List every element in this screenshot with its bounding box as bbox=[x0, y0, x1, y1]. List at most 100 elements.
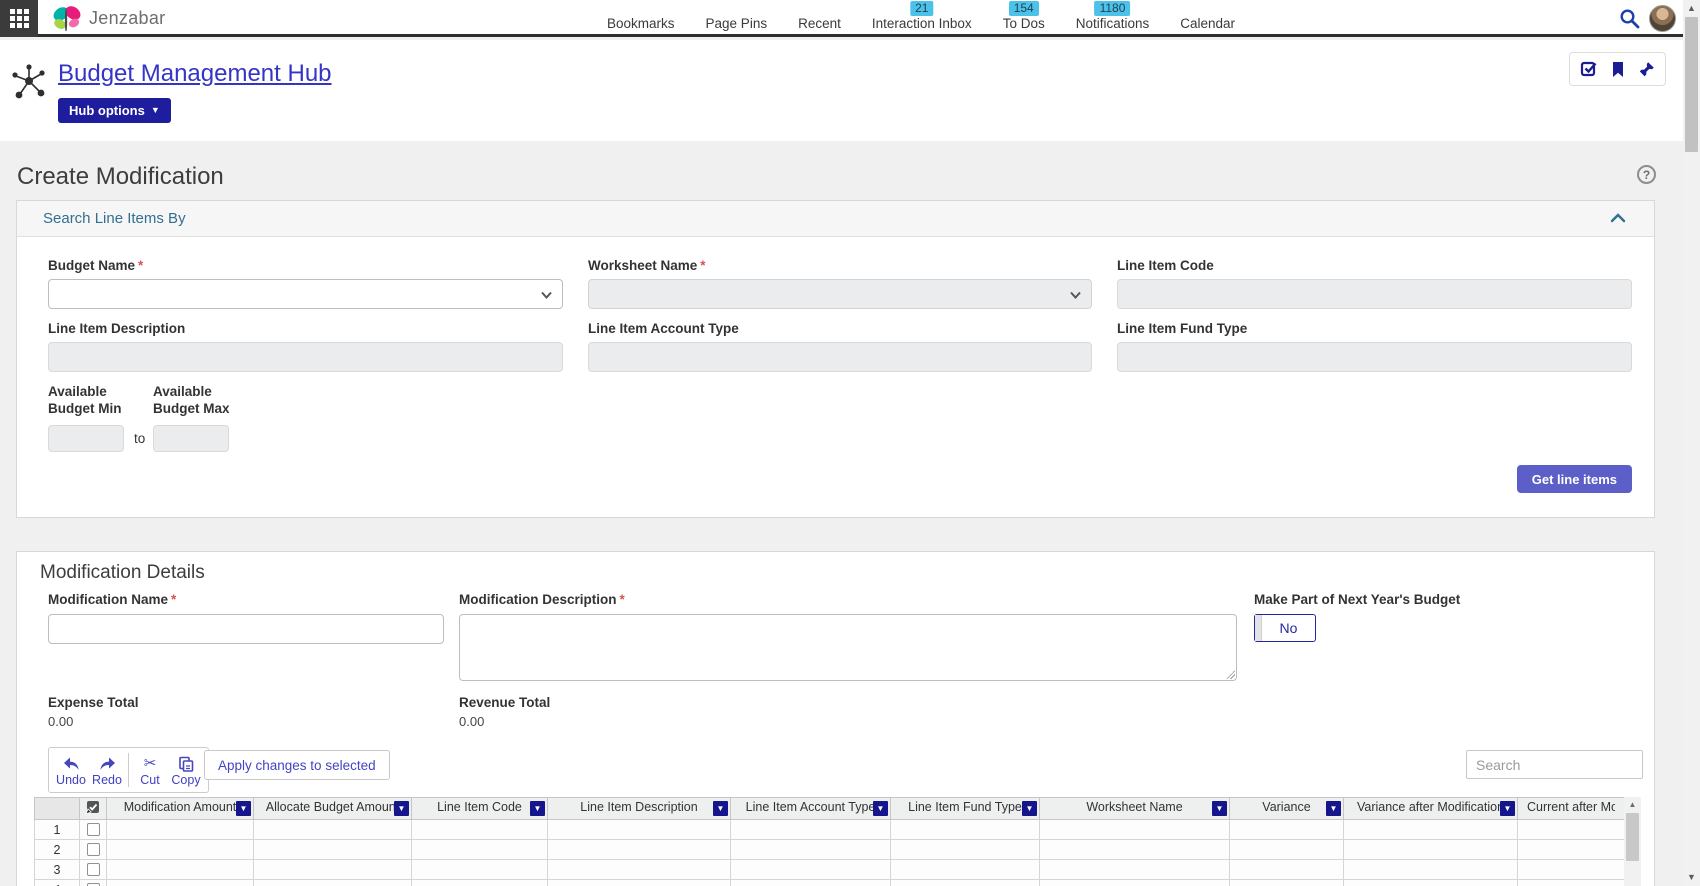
modification-description-textarea[interactable] bbox=[459, 614, 1237, 681]
nav-item-to-dos[interactable]: 154 To Dos bbox=[1003, 16, 1045, 32]
worksheet-name-label: Worksheet Name* bbox=[588, 258, 706, 273]
scrollbar-thumb[interactable] bbox=[1626, 813, 1639, 861]
navbar-right bbox=[1619, 0, 1676, 37]
toolbar-divider bbox=[128, 753, 129, 787]
row-number-cell: 3 bbox=[35, 860, 80, 880]
revenue-total-value: 0.00 bbox=[459, 714, 484, 729]
nav-item-notifications[interactable]: 1180 Notifications bbox=[1076, 16, 1150, 32]
column-header-line-item-description[interactable]: Line Item Description ▼ bbox=[548, 798, 731, 820]
row-checkbox[interactable] bbox=[87, 863, 100, 876]
available-budget-max-input[interactable] bbox=[153, 425, 229, 452]
budget-name-select[interactable] bbox=[48, 279, 563, 309]
scroll-up-arrow[interactable]: ▲ bbox=[1683, 0, 1700, 17]
task-check-icon[interactable] bbox=[1580, 60, 1598, 78]
column-header-variance[interactable]: Variance ▼ bbox=[1230, 798, 1344, 820]
column-header-line-item-code[interactable]: Line Item Code ▼ bbox=[412, 798, 548, 820]
next-year-budget-toggle[interactable]: No bbox=[1254, 614, 1316, 642]
redo-button[interactable]: Redo bbox=[89, 754, 125, 787]
search-icon[interactable] bbox=[1619, 8, 1640, 29]
nav-item-page-pins[interactable]: Page Pins bbox=[706, 16, 768, 32]
pin-icon[interactable] bbox=[1638, 61, 1655, 78]
filter-icon[interactable]: ▼ bbox=[530, 801, 545, 816]
scroll-down-arrow[interactable]: ▼ bbox=[1683, 869, 1700, 886]
line-item-fund-type-input[interactable] bbox=[1117, 342, 1632, 372]
brand-name: Jenzabar bbox=[89, 8, 165, 29]
filter-icon[interactable]: ▼ bbox=[236, 801, 251, 816]
filter-icon[interactable]: ▼ bbox=[1500, 801, 1515, 816]
chevron-down-icon bbox=[540, 289, 553, 301]
nav-item-bookmarks[interactable]: Bookmarks bbox=[607, 16, 675, 32]
nav-item-interaction-inbox[interactable]: 21 Interaction Inbox bbox=[872, 16, 972, 32]
nav-item-recent[interactable]: Recent bbox=[798, 16, 841, 32]
grid-header-row: Modification Amount ▼ Allocate Budget Am… bbox=[35, 798, 1625, 820]
hub-options-button[interactable]: Hub options ▼ bbox=[58, 98, 171, 123]
hub-action-toolbar bbox=[1569, 52, 1666, 86]
copy-button[interactable]: Copy bbox=[168, 753, 204, 787]
filter-icon[interactable]: ▼ bbox=[1022, 801, 1037, 816]
scroll-up-arrow[interactable]: ▲ bbox=[1624, 797, 1641, 812]
filter-icon[interactable]: ▼ bbox=[394, 801, 409, 816]
panel-header[interactable]: Search Line Items By bbox=[17, 201, 1654, 237]
column-header-line-item-fund-type[interactable]: Line Item Fund Type ▼ bbox=[891, 798, 1040, 820]
available-budget-min-input[interactable] bbox=[48, 425, 124, 452]
nav-item-calendar[interactable]: Calendar bbox=[1180, 16, 1235, 32]
caret-down-icon: ▼ bbox=[151, 106, 160, 115]
modification-name-label: Modification Name* bbox=[48, 592, 176, 607]
page-scrollbar[interactable]: ▲ ▼ bbox=[1683, 0, 1700, 886]
panel-title: Search Line Items By bbox=[43, 210, 186, 227]
line-item-description-input[interactable] bbox=[48, 342, 563, 372]
worksheet-name-select[interactable] bbox=[588, 279, 1092, 309]
cut-icon: ✂ bbox=[144, 756, 157, 772]
column-header-variance-after-modification[interactable]: Variance after Modification ▼ bbox=[1344, 798, 1518, 820]
modification-details-panel: Modification Details Modification Name* … bbox=[16, 551, 1655, 886]
jenzabar-brand[interactable]: Jenzabar bbox=[52, 0, 165, 37]
chevron-up-icon[interactable] bbox=[1610, 211, 1626, 225]
line-item-account-type-input[interactable] bbox=[588, 342, 1092, 372]
column-header-worksheet-name[interactable]: Worksheet Name ▼ bbox=[1040, 798, 1230, 820]
hub-icon bbox=[10, 62, 48, 104]
expense-total-value: 0.00 bbox=[48, 714, 73, 729]
page-title-link[interactable]: Budget Management Hub bbox=[58, 60, 332, 88]
bookmark-icon[interactable] bbox=[1611, 61, 1625, 78]
column-header-modification-amount[interactable]: Modification Amount ▼ bbox=[107, 798, 254, 820]
modification-name-input[interactable] bbox=[48, 614, 444, 644]
get-line-items-button[interactable]: Get line items bbox=[1517, 465, 1632, 493]
row-checkbox[interactable] bbox=[87, 823, 100, 836]
grid-search-input[interactable] bbox=[1466, 750, 1643, 779]
row-select-cell bbox=[80, 820, 107, 840]
app-grid-icon bbox=[10, 9, 29, 28]
scrollbar-thumb[interactable] bbox=[1685, 17, 1698, 152]
row-number-cell: 2 bbox=[35, 840, 80, 860]
hub-header: Budget Management Hub Hub options ▼ bbox=[0, 40, 1683, 141]
line-item-description-label: Line Item Description bbox=[48, 321, 185, 336]
undo-icon bbox=[63, 757, 80, 772]
help-icon[interactable]: ? bbox=[1637, 165, 1656, 184]
row-checkbox[interactable] bbox=[87, 843, 100, 856]
select-all-header[interactable] bbox=[80, 798, 107, 820]
grid-vertical-scrollbar[interactable]: ▲ bbox=[1624, 797, 1641, 886]
available-budget-max-label: Available Budget Max bbox=[153, 383, 230, 417]
apply-changes-button[interactable]: Apply changes to selected bbox=[204, 750, 390, 780]
line-item-account-type-label: Line Item Account Type bbox=[588, 321, 739, 336]
panel-title: Modification Details bbox=[40, 562, 205, 584]
line-item-code-input[interactable] bbox=[1117, 279, 1632, 309]
line-item-fund-type-label: Line Item Fund Type bbox=[1117, 321, 1247, 336]
range-to-label: to bbox=[134, 431, 145, 446]
app-launcher-button[interactable] bbox=[0, 0, 38, 37]
main-nav: Bookmarks Page Pins Recent 21 Interactio… bbox=[607, 0, 1235, 37]
column-header-allocate-budget-amount[interactable]: Allocate Budget Amount ▼ bbox=[254, 798, 412, 820]
filter-icon[interactable]: ▼ bbox=[713, 801, 728, 816]
filter-icon[interactable]: ▼ bbox=[1326, 801, 1341, 816]
filter-icon[interactable]: ▼ bbox=[1212, 801, 1227, 816]
row-select-cell bbox=[80, 840, 107, 860]
cut-button[interactable]: ✂ Cut bbox=[132, 753, 168, 787]
user-avatar[interactable] bbox=[1649, 5, 1676, 32]
column-header-current-after-mod[interactable]: Current after Mod bbox=[1518, 798, 1625, 820]
select-all-icon bbox=[85, 799, 101, 815]
resize-grip[interactable] bbox=[1226, 670, 1235, 679]
budget-name-label: Budget Name* bbox=[48, 258, 143, 273]
expense-total-label: Expense Total bbox=[48, 695, 139, 710]
filter-icon[interactable]: ▼ bbox=[873, 801, 888, 816]
column-header-line-item-account-type[interactable]: Line Item Account Type ▼ bbox=[731, 798, 891, 820]
undo-button[interactable]: Undo bbox=[53, 754, 89, 787]
